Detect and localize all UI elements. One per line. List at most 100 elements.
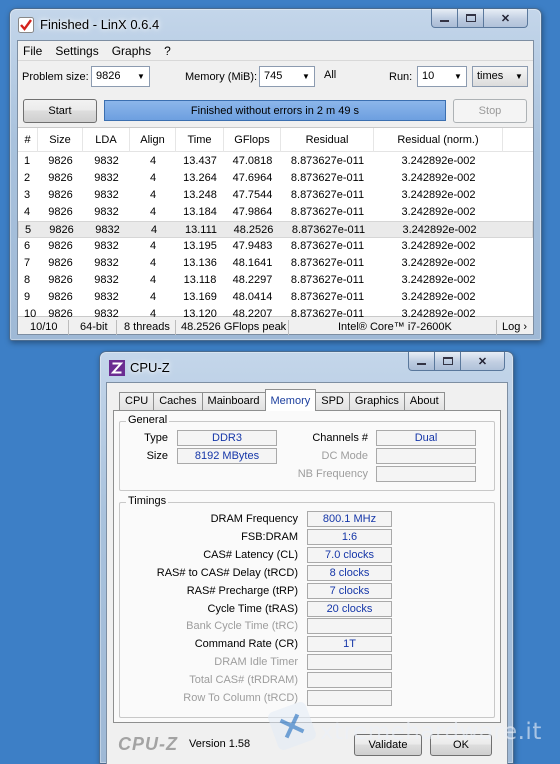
gflops-peak: 48.2526 GFlops peak	[181, 321, 287, 333]
cpuz-tabs: CPU Caches Mainboard Memory SPD Graphics About	[119, 389, 445, 411]
tab-spd[interactable]: SPD	[315, 392, 350, 411]
general-title: General	[126, 414, 170, 426]
minimize-icon[interactable]	[431, 9, 458, 28]
ok-button[interactable]: OK	[430, 734, 492, 756]
stop-button[interactable]: Stop	[453, 99, 527, 123]
timing-value: 7.0 clocks	[307, 546, 392, 563]
maximize-icon[interactable]	[435, 352, 461, 371]
table-cell: 48.2297	[232, 274, 273, 286]
linx-menubar: File Settings Graphs ?	[18, 41, 533, 61]
threads: 8 threads	[124, 321, 170, 333]
table-cell: 9832	[94, 189, 119, 201]
minimize-icon[interactable]	[408, 352, 435, 371]
table-cell: 48.0414	[232, 291, 273, 303]
table-cell: 8.873627e-011	[290, 172, 365, 184]
table-cell: 47.6964	[232, 172, 273, 184]
maximize-icon[interactable]	[458, 9, 484, 28]
table-cell: 47.9864	[232, 206, 273, 218]
start-button[interactable]: Start	[23, 99, 97, 123]
table-row[interactable]: 6 9826 9832 4 13.195 47.9483 8.873627e-011 3.24…	[18, 238, 533, 255]
cpuz-titlebar[interactable]: CPU-Z ✕	[100, 352, 513, 382]
channels-value: Dual	[376, 430, 476, 446]
memory-tab-panel: General Type DDR3 Size 8192 MBytes Chann…	[113, 410, 501, 723]
log-button[interactable]: Log ›	[502, 321, 527, 333]
table-cell: 9832	[94, 240, 119, 252]
table-cell: 13.111	[184, 224, 217, 236]
table-cell: 8	[24, 274, 31, 286]
table-cell: 4	[24, 206, 31, 218]
table-cell: 4	[149, 172, 157, 184]
table-row[interactable]: 3 9826 9832 4 13.248 47.7544 8.873627e-011 3.24…	[18, 187, 533, 204]
column-header[interactable]: Size	[38, 128, 83, 152]
column-header[interactable]: GFlops	[224, 128, 281, 152]
timing-label: CAS# Latency (CL)	[203, 548, 298, 561]
close-icon[interactable]: ✕	[461, 352, 505, 371]
table-cell: 3.242892e-002	[401, 206, 476, 218]
bitness: 64-bit	[80, 321, 108, 333]
table-cell: 13.195	[183, 240, 217, 252]
table-cell: 9826	[48, 172, 73, 184]
column-header[interactable]: Residual	[281, 128, 374, 152]
tab-cpu[interactable]: CPU	[119, 392, 155, 411]
table-cell: 3.242892e-002	[401, 189, 476, 201]
column-header[interactable]: #	[18, 128, 38, 152]
table-cell: 3.242892e-002	[402, 224, 477, 236]
tab-mainboard[interactable]: Mainboard	[201, 392, 266, 411]
table-row[interactable]: 8 9826 9832 4 13.118 48.2297 8.873627e-011 3.24…	[18, 272, 533, 289]
menu-file[interactable]: File	[23, 44, 42, 58]
table-cell: 13.169	[183, 291, 217, 303]
table-header: # Size LDA Align Time GFlops Residual Residual …	[18, 128, 533, 152]
table-cell: 9826	[48, 240, 73, 252]
column-header[interactable]: Residual (norm.)	[374, 128, 503, 152]
run-unit-combo[interactable]: times ▼	[472, 66, 528, 87]
table-cell: 8.873627e-011	[290, 257, 365, 269]
channels-label: Channels #	[312, 432, 368, 444]
general-group: General Type DDR3 Size 8192 MBytes Chann…	[119, 414, 495, 491]
memory-combo[interactable]: 745 ▼	[259, 66, 315, 87]
timing-value: 7 clocks	[307, 582, 392, 599]
run-count-value: 10	[422, 70, 435, 82]
table-cell: 8.873627e-011	[290, 274, 365, 286]
run-label: Run:	[389, 71, 413, 83]
table-cell: 3.242892e-002	[401, 240, 476, 252]
column-header[interactable]: Align	[130, 128, 176, 152]
cpuz-title: CPU-Z	[130, 360, 170, 375]
table-row[interactable]: 7 9826 9832 4 13.136 48.1641 8.873627e-011 3.24…	[18, 255, 533, 272]
table-row[interactable]: 4 9826 9832 4 13.184 47.9864 8.873627e-011 3.24…	[18, 204, 533, 221]
table-cell: 7	[24, 257, 31, 269]
column-header[interactable]: LDA	[83, 128, 130, 152]
table-row[interactable]: 1 9826 9832 4 13.437 47.0818 8.873627e-011 3.24…	[18, 153, 533, 170]
table-cell: 9826	[48, 257, 73, 269]
table-cell: 9826	[49, 224, 74, 236]
dc-mode-value	[376, 448, 476, 464]
menu-help[interactable]: ?	[164, 44, 171, 58]
linx-app-icon	[18, 17, 34, 33]
table-cell: 9832	[94, 172, 119, 184]
table-cell: 3.242892e-002	[401, 308, 476, 320]
column-header[interactable]: Time	[176, 128, 224, 152]
timing-label: Total CAS# (tRDRAM)	[189, 674, 298, 687]
timing-label: Cycle Time (tRAS)	[207, 602, 298, 615]
close-icon[interactable]: ✕	[484, 9, 528, 28]
linx-titlebar[interactable]: Finished - LinX 0.6.4 ✕	[10, 9, 541, 39]
table-cell: 48.1641	[232, 257, 273, 269]
size-value: 8192 MBytes	[177, 448, 277, 464]
validate-button[interactable]: Validate	[354, 734, 422, 756]
table-cell: 9832	[94, 274, 119, 286]
tab-about[interactable]: About	[403, 392, 445, 411]
problem-size-label: Problem size:	[22, 71, 89, 83]
linx-title: Finished - LinX 0.6.4	[40, 17, 160, 32]
tab-memory[interactable]: Memory	[264, 389, 317, 411]
menu-graphs[interactable]: Graphs	[112, 44, 151, 58]
table-row[interactable]: 9 9826 9832 4 13.169 48.0414 8.873627e-011 3.24…	[18, 289, 533, 306]
table-cell: 13.264	[183, 172, 217, 184]
tab-caches[interactable]: Caches	[153, 392, 203, 411]
table-row[interactable]: 2 9826 9832 4 13.264 47.6964 8.873627e-011 3.24…	[18, 170, 533, 187]
run-count-combo[interactable]: 10 ▼	[417, 66, 467, 87]
table-cell: 13.136	[183, 257, 217, 269]
cpuz-caption-buttons: ✕	[408, 352, 505, 371]
table-row[interactable]: 5 9826 9832 4 13.111 48.2526 8.873627e-011 3.24…	[18, 221, 533, 238]
menu-settings[interactable]: Settings	[55, 44, 98, 58]
tab-graphics[interactable]: Graphics	[348, 392, 405, 411]
problem-size-combo[interactable]: 9826 ▼	[91, 66, 150, 87]
